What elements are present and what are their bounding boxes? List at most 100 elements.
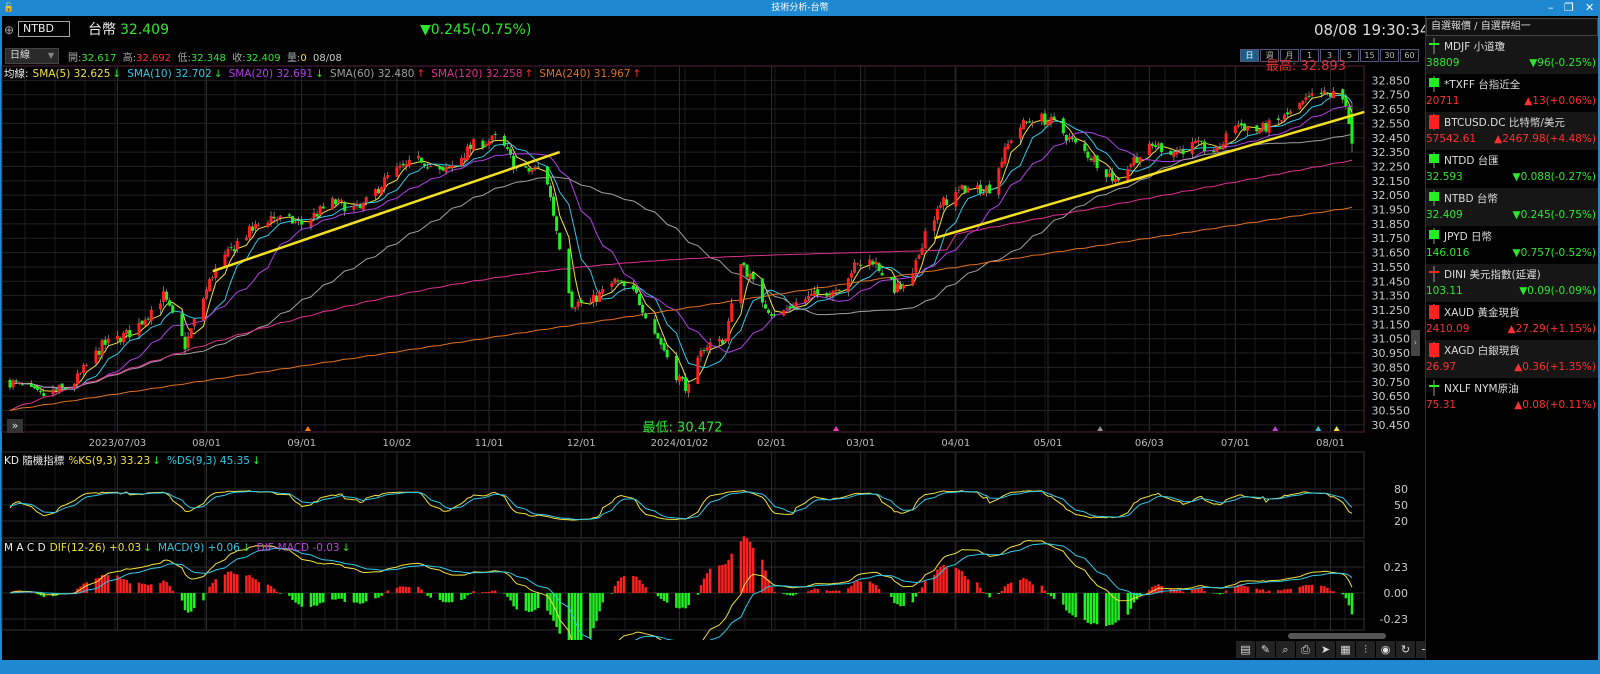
watchlist-name: BTCUSD.DC 比特幣/美元 — [1444, 117, 1565, 129]
candle — [806, 295, 810, 299]
watchlist-change: ▼96(-0.25%) — [1529, 57, 1596, 69]
date-tick-label: 10/02 — [383, 438, 412, 449]
candle — [859, 264, 863, 266]
candle — [960, 184, 964, 189]
restore-button[interactable]: ❐ — [1564, 0, 1574, 16]
candle — [94, 350, 98, 364]
candle — [1086, 151, 1090, 158]
candle — [257, 225, 261, 227]
watchlist-change: ▲27.29(+1.15%) — [1507, 323, 1596, 335]
date-tick-label: 03/01 — [846, 438, 875, 449]
candle — [555, 216, 559, 231]
watchlist-item[interactable]: DINI 美元指數(延遲) 103.11 ▼0.09(-0.09%) — [1426, 264, 1598, 302]
candle-icon — [1429, 38, 1439, 54]
watchlist-item[interactable]: NTBD 台幣 32.409 ▼0.245(-0.75%) — [1426, 188, 1598, 226]
watchlist-item[interactable]: NXLF NYM原油 75.31 ▲0.08(+0.11%) — [1426, 378, 1598, 416]
watchlist-name: NTDD 台匯 — [1444, 155, 1499, 167]
legend-title: 均線: — [4, 68, 29, 80]
draw-line-icon[interactable]: ✎ — [1256, 641, 1275, 658]
candle — [438, 166, 442, 170]
trend-arrow-icon: ↑ — [632, 68, 642, 80]
price-tick-label: 31.850 — [1372, 218, 1411, 231]
document-icon[interactable]: ▤ — [1236, 641, 1255, 658]
candle — [505, 147, 509, 149]
watchlist-price: 75.31 — [1426, 399, 1457, 411]
candle — [340, 200, 344, 202]
print-icon[interactable]: ⎙ — [1296, 641, 1315, 658]
candle — [294, 221, 298, 223]
candle — [687, 383, 691, 393]
price-tick-label: 31.450 — [1372, 275, 1411, 288]
layout-icon[interactable]: ▦ — [1336, 641, 1355, 658]
legend-item: SMA(10) 32.702 — [127, 68, 212, 80]
zoom-table-icon[interactable]: ⌕ — [1276, 641, 1295, 658]
candle — [530, 169, 534, 172]
candle — [595, 295, 599, 302]
candle — [1138, 156, 1142, 163]
candle — [441, 167, 445, 171]
candle — [1021, 120, 1025, 130]
watchlist-change: ▼0.757(-0.52%) — [1512, 247, 1596, 259]
watchlist-item[interactable]: BTCUSD.DC 比特幣/美元 57542.61 ▲2467.98(+4.48… — [1426, 112, 1598, 150]
watchlist-change: ▲0.08(+0.11%) — [1514, 399, 1596, 411]
candle — [1104, 169, 1108, 178]
candle — [1196, 140, 1200, 142]
candle — [143, 319, 147, 326]
date-tick-label: 07/01 — [1221, 438, 1250, 449]
price-tick-label: 31.950 — [1372, 204, 1411, 217]
watchlist-change: ▲2467.98(+4.48%) — [1494, 133, 1596, 145]
candle — [981, 193, 985, 195]
candle — [1043, 113, 1047, 125]
price-tick-label: 32.250 — [1372, 160, 1411, 173]
watchlist-item[interactable]: XAUD 黃金現貨 2410.09 ▲27.29(+1.15%) — [1426, 302, 1598, 340]
watchlist-item[interactable]: *TXFF 台指近全 20711 ▲13(+0.06%) — [1426, 74, 1598, 112]
candle — [825, 292, 829, 297]
watchlist-item[interactable]: JPYD 日幣 146.016 ▼0.757(-0.52%) — [1426, 226, 1598, 264]
watchlist-item[interactable]: NTDD 台匯 32.593 ▼0.088(-0.27%) — [1426, 150, 1598, 188]
event-marker — [1333, 426, 1340, 431]
watchlist-item[interactable]: MDJF 小道瓊 38809 ▼96(-0.25%) — [1426, 36, 1598, 74]
price-tick-label: 31.250 — [1372, 304, 1411, 317]
watchlist-panel: 自選報價 / 自選群組一 MDJF 小道瓊 38809 ▼96(-0.25%) … — [1425, 16, 1598, 660]
candle — [404, 163, 408, 167]
minimize-button[interactable]: – — [1548, 0, 1554, 16]
indicator-icon[interactable]: ⫶ — [1356, 641, 1375, 658]
candle — [708, 342, 712, 349]
candle — [426, 167, 430, 169]
toggle-panel-button[interactable]: › — [1411, 330, 1420, 356]
watchlist-name: *TXFF 台指近全 — [1444, 79, 1521, 91]
candle-icon — [1429, 266, 1439, 282]
candle — [899, 284, 903, 290]
price-tick-label: 31.050 — [1372, 333, 1411, 346]
watchlist-name: MDJF 小道瓊 — [1444, 41, 1506, 53]
candle — [1169, 150, 1173, 155]
price-tick-label: 31.350 — [1372, 290, 1411, 303]
legend-item: SMA(5) 32.625 — [32, 68, 111, 80]
candle — [644, 313, 648, 319]
legend-item: SMA(120) 32.258 — [431, 68, 523, 80]
candle — [619, 280, 623, 282]
watchlist-group-select[interactable]: 自選報價 / 自選群組一 — [1426, 18, 1598, 36]
expand-button[interactable]: » — [7, 419, 23, 433]
candle — [533, 166, 537, 169]
close-button[interactable]: ✕ — [1585, 0, 1594, 16]
candle — [1089, 158, 1093, 161]
horizontal-scrollbar[interactable] — [1288, 633, 1386, 639]
refresh-icon[interactable]: ↻ — [1396, 641, 1415, 658]
watchlist-name: XAUD 黃金現貨 — [1444, 307, 1520, 319]
candle — [717, 339, 721, 342]
candle — [696, 357, 700, 384]
candle — [868, 259, 872, 266]
candle — [1175, 151, 1179, 155]
price-tick-label: 32.750 — [1372, 89, 1411, 102]
eye-icon[interactable]: ◉ — [1376, 641, 1395, 658]
watchlist-item[interactable]: XAGD 白銀現貨 26.97 ▲0.36(+1.35%) — [1426, 340, 1598, 378]
candle — [1233, 126, 1237, 133]
candle — [420, 157, 424, 163]
legend-item: DIF(12-26) +0.03 — [49, 542, 142, 554]
candle — [364, 197, 368, 203]
watchlist-name: NTBD 台幣 — [1444, 193, 1498, 205]
cursor-icon[interactable]: ➤ — [1316, 641, 1335, 658]
candle — [103, 339, 107, 345]
candle — [1325, 92, 1329, 94]
